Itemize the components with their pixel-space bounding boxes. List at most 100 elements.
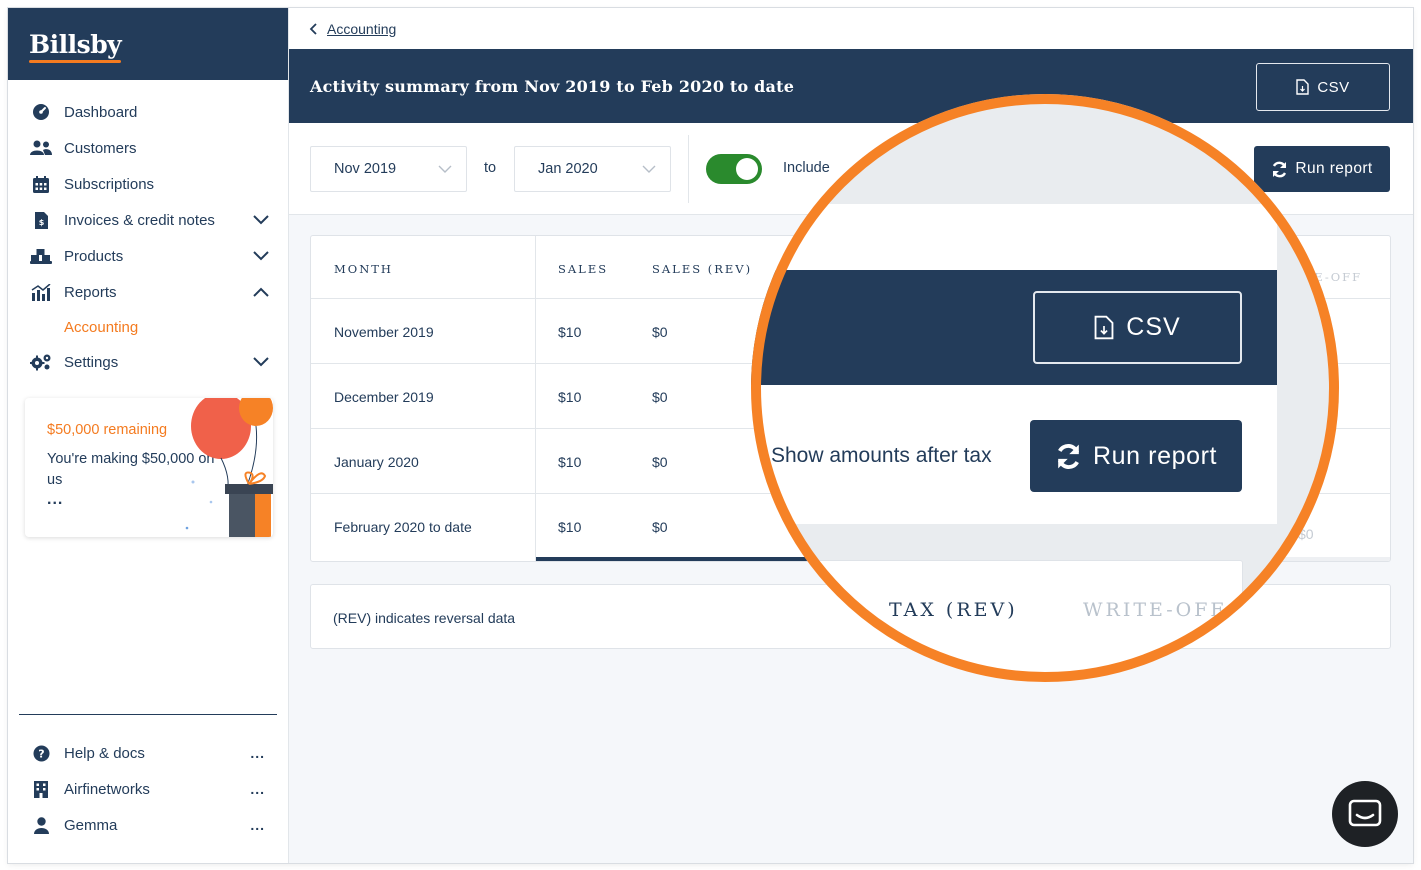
- sidebar-item-customers[interactable]: Customers: [8, 130, 289, 166]
- zoom-column-header-tax-rev: TAX (REV): [889, 599, 1018, 621]
- chevron-down-icon[interactable]: [251, 210, 271, 230]
- chevron-down-icon: [642, 165, 656, 173]
- zoom-show-after-tax-label: Show amounts after tax: [771, 444, 992, 467]
- sidebar-item-label: Products: [64, 247, 124, 265]
- sidebar-item-label: Customers: [64, 139, 137, 157]
- magnifier-callout: CSV Show amounts after tax Run report: [751, 94, 1339, 682]
- back-link-label: Accounting: [327, 20, 397, 37]
- sidebar-item-label: Gemma: [64, 816, 118, 834]
- help-icon: ?: [30, 744, 52, 762]
- building-icon: [30, 780, 52, 798]
- run-report-button[interactable]: Run report: [1254, 146, 1390, 192]
- cell-sales-rev: $0: [652, 454, 668, 470]
- sidebar-item-label: Dashboard: [64, 103, 138, 121]
- boxes-icon: [30, 247, 52, 265]
- cell-month: December 2019: [334, 389, 434, 405]
- sidebar-item-company[interactable]: Airfinetworks ...: [8, 771, 289, 807]
- to-month-select[interactable]: Jan 2020: [514, 146, 671, 192]
- cell-month: November 2019: [334, 324, 434, 340]
- chevron-down-icon[interactable]: [251, 352, 271, 372]
- cell-month: January 2020: [334, 454, 419, 470]
- more-options-icon[interactable]: ...: [250, 745, 265, 761]
- toggle-label: Include: [783, 160, 830, 176]
- svg-text:?: ?: [38, 747, 44, 760]
- cell-sales: $10: [558, 519, 582, 535]
- sidebar-item-settings[interactable]: Settings: [8, 344, 289, 380]
- invoice-icon: $: [30, 211, 52, 229]
- sidebar-item-user[interactable]: Gemma ...: [8, 807, 289, 843]
- include-tax-toggle[interactable]: [706, 154, 762, 184]
- zoom-table-header: [751, 560, 1243, 682]
- cell-sales-rev: $0: [652, 389, 668, 405]
- back-link[interactable]: Accounting: [309, 21, 396, 37]
- sidebar-nav: Dashboard Customers Subscriptions $ Invo…: [8, 94, 289, 380]
- chat-icon: [1348, 799, 1382, 827]
- from-month-value: Nov 2019: [334, 161, 397, 177]
- column-divider: [535, 236, 536, 561]
- user-icon: [30, 816, 52, 834]
- from-month-select[interactable]: Nov 2019: [310, 146, 467, 192]
- report-banner: Activity summary from Nov 2019 to Feb 20…: [289, 49, 1413, 123]
- dashboard-icon: [30, 103, 52, 121]
- to-month-value: Jan 2020: [538, 161, 598, 177]
- calendar-icon: [30, 175, 52, 193]
- chart-icon: [30, 283, 52, 301]
- sidebar-item-invoices[interactable]: $ Invoices & credit notes: [8, 202, 289, 238]
- reversal-note: (REV) indicates reversal data: [333, 610, 516, 626]
- run-report-label: Run report: [1295, 160, 1373, 177]
- sidebar-item-label: Reports: [64, 283, 117, 301]
- promo-amount: $50,000 remaining: [47, 422, 168, 438]
- chat-launcher-button[interactable]: [1332, 781, 1398, 847]
- sidebar-item-label: Invoices & credit notes: [64, 211, 215, 229]
- sidebar-item-label: Airfinetworks: [64, 780, 150, 798]
- chevron-left-icon: [309, 22, 317, 35]
- chevron-down-icon[interactable]: [251, 246, 271, 266]
- chevron-up-icon[interactable]: [251, 282, 271, 302]
- sidebar-item-products[interactable]: Products: [8, 238, 289, 274]
- file-download-icon: [1296, 79, 1310, 95]
- cell-sales: $10: [558, 454, 582, 470]
- cell-sales-rev: $0: [652, 324, 668, 340]
- zoom-column-header-write-off: WRITE-OFF: [1083, 599, 1227, 621]
- sidebar-item-dashboard[interactable]: Dashboard: [8, 94, 289, 130]
- file-download-icon: [1094, 315, 1114, 340]
- promo-card[interactable]: $50,000 remaining You're making $50,000 …: [25, 398, 273, 537]
- sidebar-item-label: Help & docs: [64, 744, 145, 762]
- more-options-icon[interactable]: ...: [250, 817, 265, 833]
- users-icon: [30, 139, 52, 157]
- cell-sales: $10: [558, 324, 582, 340]
- svg-text:$: $: [38, 218, 44, 227]
- promo-more: ...: [47, 491, 64, 508]
- divider: [688, 135, 689, 203]
- csv-button-label: CSV: [1317, 78, 1350, 96]
- sidebar-bottom-nav: ? Help & docs ... Airfinetworks ... Gemm…: [8, 735, 289, 843]
- brand-header: Billsby: [8, 8, 288, 80]
- sidebar-divider: [19, 714, 277, 715]
- sidebar-subitem-accounting[interactable]: Accounting: [8, 310, 289, 344]
- sidebar-item-subscriptions[interactable]: Subscriptions: [8, 166, 289, 202]
- sidebar-item-help[interactable]: ? Help & docs ...: [8, 735, 289, 771]
- cell-sales: $10: [558, 389, 582, 405]
- balloons-gift-illustration: [185, 398, 273, 537]
- cell-sales-rev: $0: [652, 519, 668, 535]
- app-window: Billsby Dashboard Customers Subscription…: [8, 8, 1413, 863]
- refresh-icon: [1057, 443, 1079, 469]
- more-options-icon[interactable]: ...: [250, 781, 265, 797]
- sidebar: Billsby Dashboard Customers Subscription…: [8, 8, 289, 863]
- zoom-run-report-label: Run report: [1092, 441, 1218, 470]
- column-header-sales-rev: SALES (REV): [652, 262, 753, 276]
- chevron-down-icon: [438, 165, 452, 173]
- column-header-sales: SALES: [558, 262, 609, 276]
- sidebar-item-reports[interactable]: Reports: [8, 274, 289, 310]
- breadcrumb: Accounting: [289, 8, 1413, 49]
- to-label: to: [484, 160, 497, 176]
- cell-month: February 2020 to date: [334, 519, 472, 535]
- page-title: Activity summary from Nov 2019 to Feb 20…: [310, 76, 795, 96]
- zoom-csv-label: CSV: [1126, 313, 1181, 341]
- sidebar-item-label: Settings: [64, 353, 119, 371]
- zoom-run-report-button[interactable]: Run report: [1030, 420, 1242, 492]
- column-header-month: MONTH: [334, 262, 393, 276]
- billsby-logo[interactable]: Billsby: [29, 30, 122, 63]
- zoom-csv-button[interactable]: CSV: [1033, 291, 1242, 364]
- csv-export-button[interactable]: CSV: [1256, 63, 1390, 111]
